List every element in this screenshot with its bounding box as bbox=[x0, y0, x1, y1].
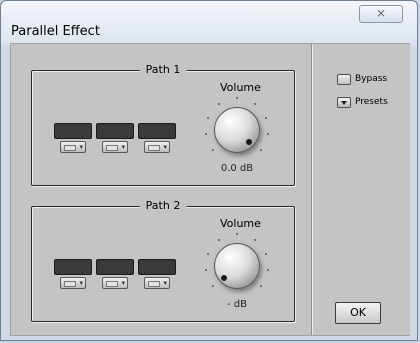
chevron-down-icon: ▾ bbox=[79, 279, 83, 287]
effect-slot-3-menu-button[interactable]: ▾ bbox=[144, 141, 170, 153]
path-1-volume-knob[interactable] bbox=[214, 107, 260, 153]
path-1-group: Path 1 ▾ ▾ ▾ Volume 0.0 dB bbox=[31, 63, 295, 186]
chevron-down-icon: ▾ bbox=[163, 143, 167, 151]
effect-slot-3[interactable] bbox=[138, 259, 176, 275]
effect-slot-2-menu-button[interactable]: ▾ bbox=[102, 277, 128, 289]
bypass-option[interactable]: Bypass bbox=[337, 72, 387, 86]
path-2-volume-knob[interactable] bbox=[214, 243, 260, 289]
close-button[interactable]: ⨯ bbox=[359, 5, 403, 23]
effect-slot-1[interactable] bbox=[54, 259, 92, 275]
dialog-client-area: Path 1 ▾ ▾ ▾ Volume 0.0 dB Path 2 ▾ ▾ ▾ … bbox=[10, 43, 410, 336]
presets-dropdown-icon[interactable] bbox=[337, 96, 351, 108]
knob-indicator bbox=[221, 275, 227, 281]
chevron-down-icon: ▾ bbox=[79, 143, 83, 151]
effect-slot-1[interactable] bbox=[54, 123, 92, 139]
path-1-title: Path 1 bbox=[139, 63, 187, 76]
chevron-down-icon: ▾ bbox=[163, 279, 167, 287]
chevron-down-icon: ▾ bbox=[121, 143, 125, 151]
effect-slot-1-menu-button[interactable]: ▾ bbox=[60, 141, 86, 153]
chevron-down-icon: ▾ bbox=[121, 279, 125, 287]
effect-slot-2[interactable] bbox=[96, 259, 134, 275]
knob-indicator bbox=[246, 139, 252, 145]
bypass-label: Bypass bbox=[355, 74, 388, 84]
presets-label: Presets bbox=[355, 97, 388, 107]
effect-slot-2-menu-button[interactable]: ▾ bbox=[102, 141, 128, 153]
options-pane: Bypass Presets OK bbox=[312, 44, 410, 335]
effect-slot-3-menu-button[interactable]: ▾ bbox=[144, 277, 170, 289]
path-2-volume-label: Volume bbox=[220, 217, 261, 230]
effect-slot-1-menu-button[interactable]: ▾ bbox=[60, 277, 86, 289]
presets-option[interactable]: Presets bbox=[337, 95, 388, 109]
dialog-window: Parallel Effect ⨯ Path 1 ▾ ▾ ▾ Volume 0.… bbox=[0, 0, 418, 341]
path-2-volume-value: - dB bbox=[227, 299, 247, 310]
path-1-volume-knob-area bbox=[202, 95, 272, 165]
effect-slot-3[interactable] bbox=[138, 123, 176, 139]
path-2-volume-knob-area bbox=[202, 231, 272, 301]
paths-pane: Path 1 ▾ ▾ ▾ Volume 0.0 dB Path 2 ▾ ▾ ▾ … bbox=[11, 44, 312, 335]
path-2-title: Path 2 bbox=[139, 199, 187, 212]
window-title: Parallel Effect bbox=[11, 24, 100, 39]
close-icon: ⨯ bbox=[375, 6, 387, 20]
title-bar[interactable]: Parallel Effect ⨯ bbox=[1, 1, 417, 43]
bypass-checkbox[interactable] bbox=[337, 73, 351, 85]
path-2-group: Path 2 ▾ ▾ ▾ Volume - dB bbox=[31, 199, 295, 322]
ok-button[interactable]: OK bbox=[335, 302, 381, 324]
path-1-volume-value: 0.0 dB bbox=[220, 163, 254, 174]
effect-slot-2[interactable] bbox=[96, 123, 134, 139]
path-1-volume-label: Volume bbox=[220, 81, 261, 94]
